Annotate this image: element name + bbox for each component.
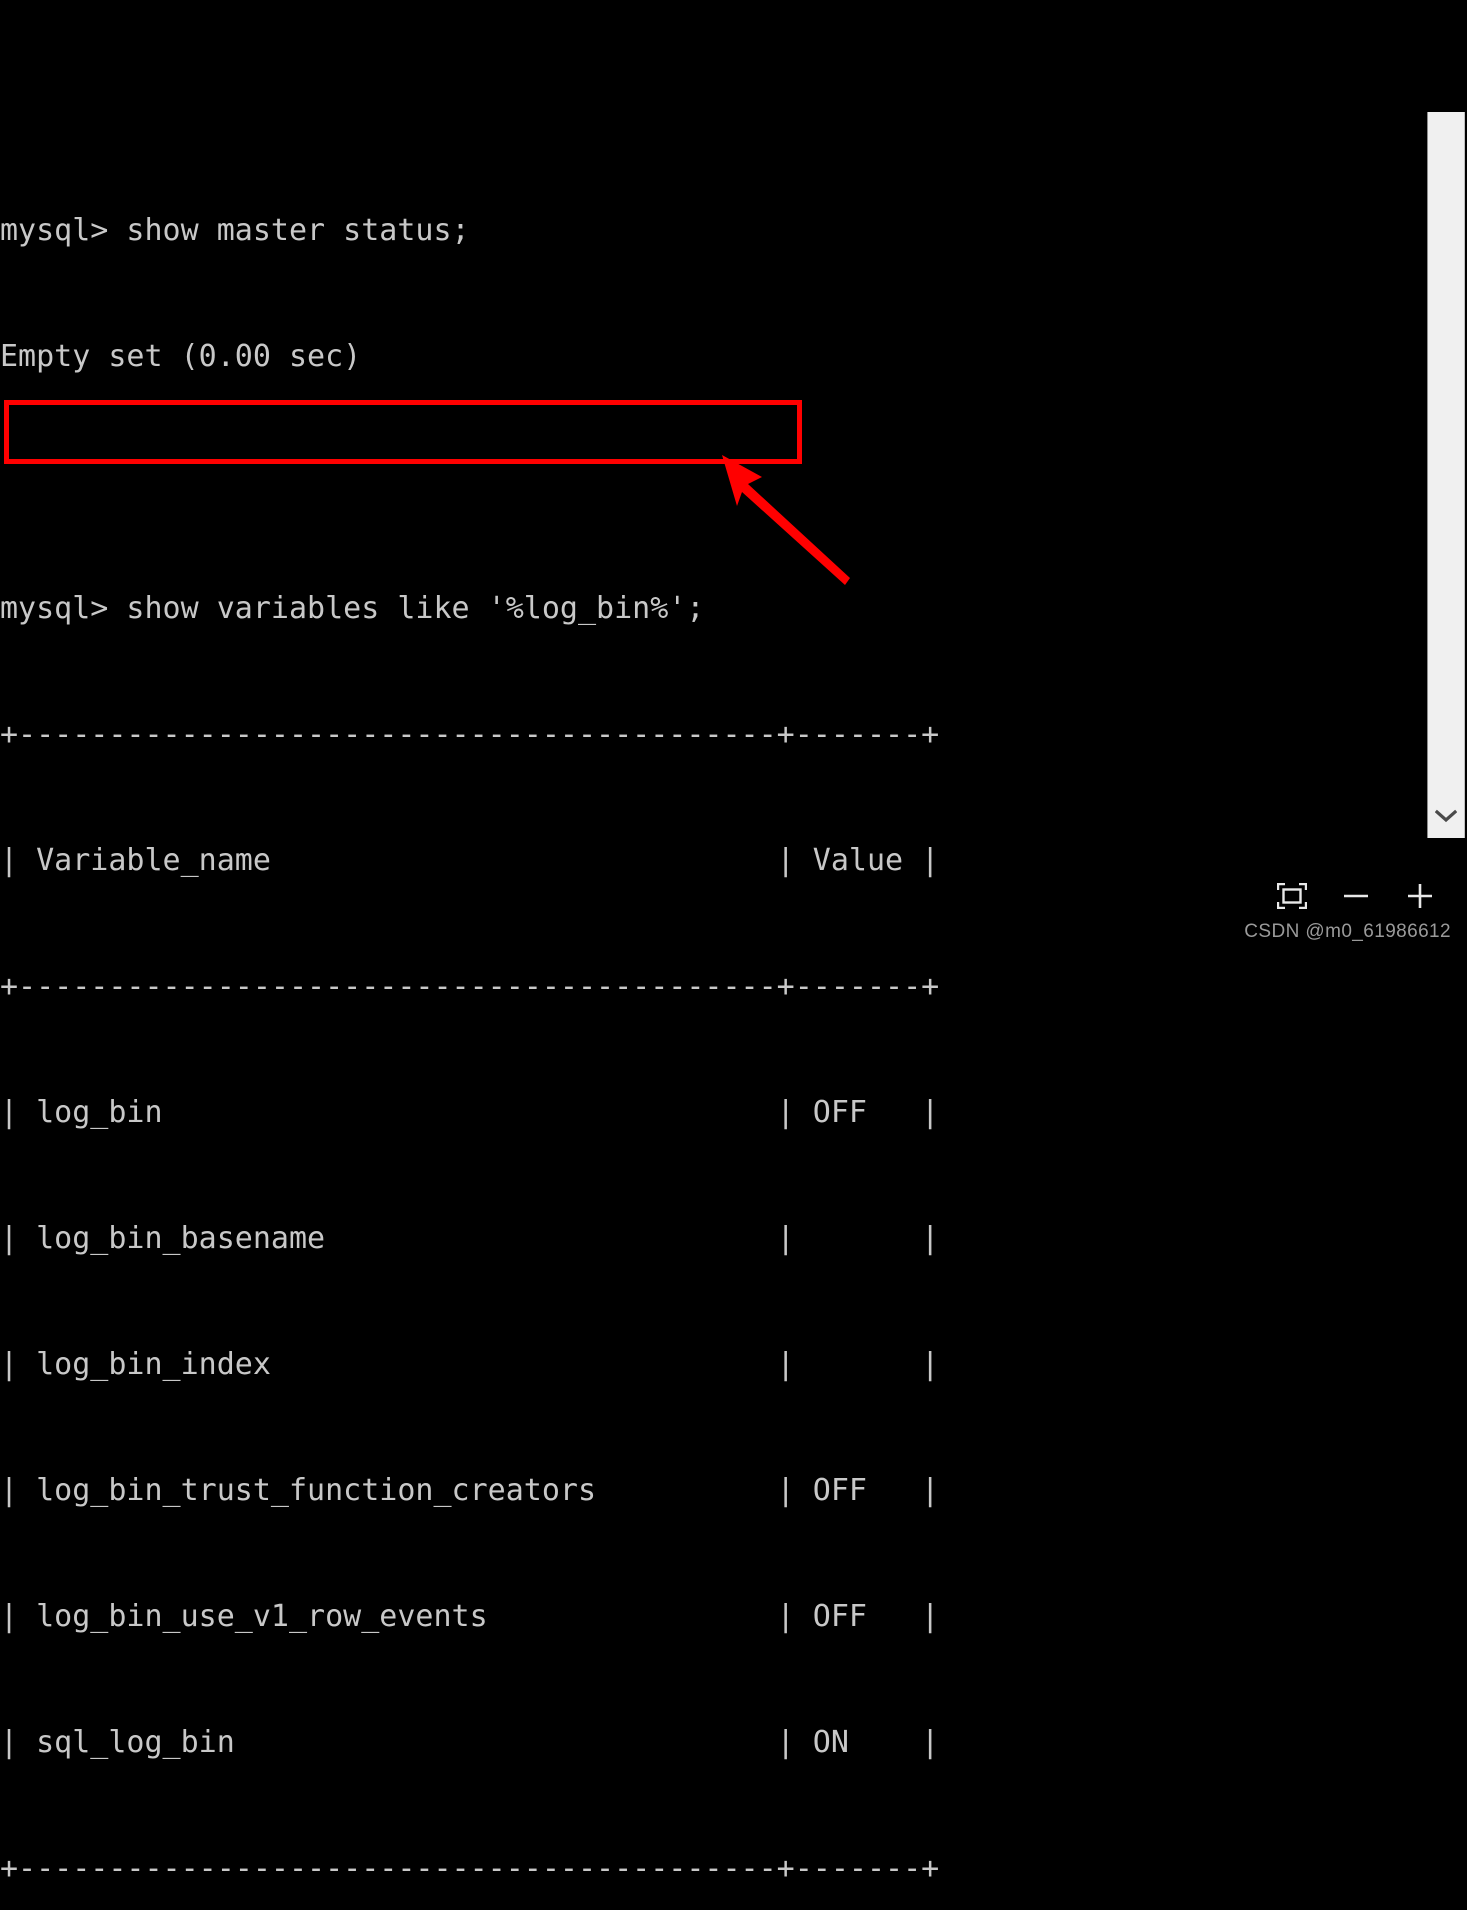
view-controls-bar[interactable] [1275, 879, 1437, 913]
minus-icon [1344, 894, 1368, 898]
scrollbar-thumb[interactable] [1428, 112, 1464, 772]
table-border-bottom: +---------------------------------------… [0, 1851, 940, 1886]
table-border-mid: +---------------------------------------… [0, 969, 940, 1004]
terminal-window[interactable]: mysql> show master status; Empty set (0.… [0, 0, 1427, 1886]
table-row: | log_bin_index | | [0, 1347, 940, 1382]
watermark: CSDN @m0_61986612 [1244, 921, 1451, 942]
terminal-line: Empty set (0.00 sec) [0, 339, 362, 374]
table-row: | log_bin | OFF | [0, 1095, 940, 1130]
zoom-out-button[interactable] [1339, 879, 1373, 913]
terminal-output: mysql> show master status; Empty set (0.… [0, 126, 1420, 1910]
table-header-row: | Variable_name | Value | [0, 843, 940, 878]
plus-icon [1408, 884, 1432, 908]
terminal-line: mysql> show variables like '%log_bin%'; [0, 591, 705, 626]
fit-screen-icon [1277, 883, 1307, 909]
table-row: | sql_log_bin | ON | [0, 1725, 940, 1760]
vertical-scrollbar[interactable] [1427, 112, 1465, 838]
chevron-down-icon [1435, 809, 1457, 823]
zoom-in-button[interactable] [1403, 879, 1437, 913]
fit-to-screen-button[interactable] [1275, 879, 1309, 913]
table-row: | log_bin_basename | | [0, 1221, 940, 1256]
scroll-down-button[interactable] [1428, 794, 1464, 838]
table-border-top: +---------------------------------------… [0, 717, 940, 752]
table-row: | log_bin_trust_function_creators | OFF … [0, 1473, 940, 1508]
terminal-line: mysql> show master status; [0, 213, 470, 248]
table-row: | log_bin_use_v1_row_events | OFF | [0, 1599, 940, 1634]
